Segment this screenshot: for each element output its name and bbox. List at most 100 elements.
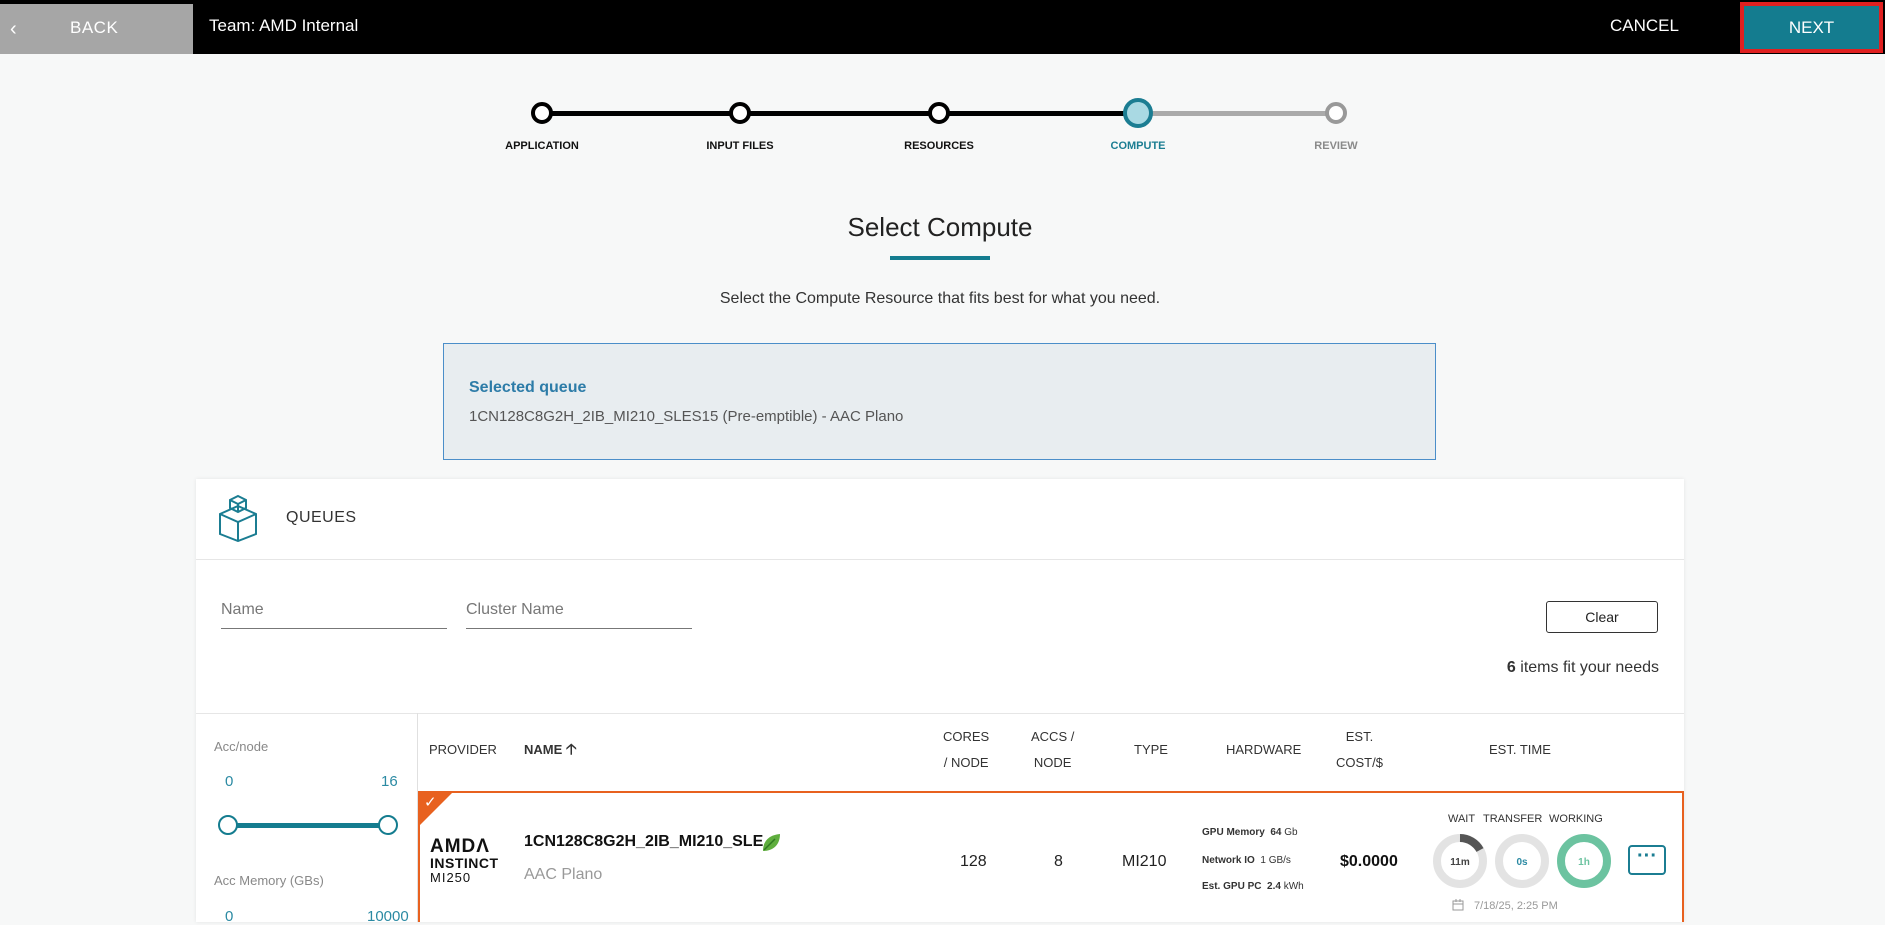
column-accs-line1: ACCS / (1031, 729, 1075, 744)
back-button[interactable]: ‹ BACK (0, 4, 193, 54)
cores-value: 128 (960, 853, 987, 870)
divider (196, 713, 1684, 714)
selected-queue-box: Selected queue 1CN128C8G2H_2IB_MI210_SLE… (443, 343, 1436, 460)
clear-button[interactable]: Clear (1546, 601, 1658, 633)
more-options-button[interactable]: ··· (1628, 845, 1666, 875)
hw-network-label: Network IO (1202, 855, 1255, 866)
transfer-label: TRANSFER (1483, 813, 1543, 825)
working-value: 1h (1578, 857, 1590, 868)
column-name-label: NAME (524, 742, 563, 757)
column-est-cost: EST. COST/$ (1336, 724, 1383, 776)
acc-node-min: 0 (225, 773, 234, 790)
acc-node-max-handle[interactable] (378, 815, 398, 835)
cluster-name-filter-input[interactable]: Cluster Name (466, 597, 692, 629)
transfer-value: 0s (1516, 857, 1528, 868)
step-dot-resources[interactable] (928, 102, 950, 124)
acc-node-max: 16 (381, 773, 398, 790)
working-ring: 1h (1557, 834, 1611, 888)
queues-title: QUEUES (286, 509, 357, 526)
step-dot-review (1325, 102, 1347, 124)
column-provider: PROVIDER (429, 742, 497, 757)
cancel-button[interactable]: CANCEL (1610, 16, 1679, 36)
estimate-date: 7/18/25, 2:25 PM (1474, 900, 1558, 912)
cost-value: $0.0000 (1340, 853, 1398, 870)
column-cost-line1: EST. (1345, 729, 1374, 744)
hw-network-io: Network IO 1 GB/s (1202, 855, 1291, 866)
queue-cluster: AAC Plano (524, 866, 603, 883)
queues-panel: QUEUES Name Cluster Name Clear 6 items f… (196, 479, 1684, 925)
divider (196, 559, 1684, 560)
step-label-compute: COMPUTE (1110, 140, 1166, 152)
stepper-line-pending (1138, 111, 1338, 116)
wait-value: 11m (1450, 857, 1470, 868)
next-button[interactable]: NEXT (1740, 2, 1883, 53)
results-count: 6 items fit your needs (1507, 659, 1659, 677)
column-cores: CORES / NODE (943, 724, 989, 776)
acc-node-slider-track[interactable] (228, 823, 388, 828)
selected-queue-value: 1CN128C8G2H_2IB_MI210_SLES15 (Pre-emptib… (469, 408, 904, 425)
column-type: TYPE (1134, 742, 1168, 757)
step-dot-input-files[interactable] (729, 102, 751, 124)
page-subtitle: Select the Compute Resource that fits be… (719, 290, 1161, 307)
selected-queue-heading: Selected queue (469, 379, 587, 396)
column-est-time: EST. TIME (1489, 742, 1551, 757)
table-row[interactable]: ✓ AMDΛ INSTINCT MI250 1CN128C8G2H_2IB_MI… (418, 791, 1684, 922)
working-label: WORKING (1549, 813, 1603, 825)
queue-name: 1CN128C8G2H_2IB_MI210_SLE... (524, 833, 777, 850)
step-dot-application[interactable] (531, 102, 553, 124)
back-label: BACK (70, 18, 119, 37)
hw-gpu-pc-unit: kWh (1283, 881, 1304, 892)
acc-memory-label: Acc Memory (GBs) (214, 873, 324, 888)
column-name[interactable]: NAME 🡡 (524, 737, 577, 763)
hw-network-value: 1 GB/s (1260, 855, 1291, 866)
top-bar: ‹ BACK Team: AMD Internal CANCEL NEXT (0, 0, 1885, 54)
column-accs-line2: NODE (1033, 755, 1072, 770)
hw-gpu-memory: GPU Memory 64 Gb (1202, 827, 1298, 838)
checkmark-icon: ✓ (424, 794, 437, 811)
logo-line1: AMDΛ (430, 836, 490, 857)
cube-icon (219, 494, 257, 542)
stepper-line-complete (542, 111, 1138, 116)
step-label-input-files[interactable]: INPUT FILES (680, 140, 800, 152)
hw-gpu-memory-value: 64 (1270, 827, 1282, 838)
name-filter-input[interactable]: Name (221, 597, 447, 629)
logo-line3: MI250 (430, 870, 472, 885)
logo-line2: INSTINCT (430, 855, 499, 871)
step-label-application[interactable]: APPLICATION (482, 140, 602, 152)
column-cost-line2: COST/$ (1336, 755, 1383, 770)
hw-gpu-pc: Est. GPU PC 2.4 kWh (1202, 881, 1304, 892)
column-cores-line1: CORES (943, 729, 990, 744)
amd-instinct-logo: AMDΛ INSTINCT MI250 (430, 837, 510, 884)
step-label-review: REVIEW (1314, 140, 1358, 152)
acc-memory-max: 10000 (367, 908, 409, 925)
step-label-resources[interactable]: RESOURCES (879, 140, 999, 152)
column-cores-line2: / NODE (943, 755, 989, 770)
ellipsis-icon: ··· (1637, 845, 1657, 867)
title-underline (890, 256, 990, 260)
hw-gpu-memory-label: GPU Memory (1202, 827, 1265, 838)
hw-gpu-pc-value: 2.4 (1267, 881, 1281, 892)
hw-gpu-pc-label: Est. GPU PC (1202, 881, 1262, 892)
wait-ring: 11m (1433, 834, 1487, 888)
leaf-icon (763, 834, 780, 851)
side-filters: Acc/node 0 16 Acc Memory (GBs) 0 10000 (196, 713, 418, 925)
results-count-text: items fit your needs (1515, 659, 1659, 676)
results-count-number: 6 (1506, 659, 1516, 676)
transfer-ring: 0s (1495, 834, 1549, 888)
acc-memory-min: 0 (225, 908, 234, 925)
sort-arrow-up-icon[interactable]: 🡡 (566, 741, 577, 758)
chevron-left-icon: ‹ (10, 18, 17, 40)
column-accs: ACCS / NODE (1031, 724, 1074, 776)
accs-value: 8 (1054, 853, 1063, 870)
hw-gpu-memory-unit: Gb (1284, 827, 1298, 838)
type-value: MI210 (1122, 853, 1167, 870)
acc-node-label: Acc/node (214, 739, 269, 754)
team-name: Team: AMD Internal (209, 16, 359, 35)
column-hardware: HARDWARE (1226, 742, 1302, 757)
calendar-icon (1452, 899, 1464, 911)
progress-stepper: APPLICATION INPUT FILES RESOURCES COMPUT… (500, 95, 1400, 165)
step-dot-compute (1123, 98, 1153, 128)
acc-node-min-handle[interactable] (218, 815, 238, 835)
wait-label: WAIT (1448, 813, 1476, 825)
page-title: Select Compute (847, 212, 1033, 242)
